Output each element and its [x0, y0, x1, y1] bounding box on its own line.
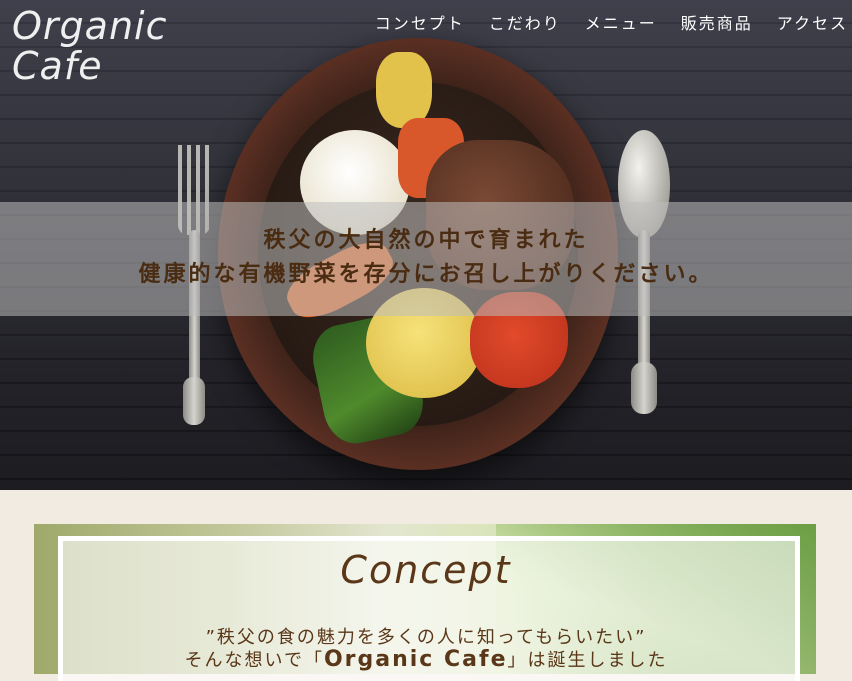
nav-item-menu[interactable]: メニュー — [585, 10, 657, 34]
nav-item-concept[interactable]: コンセプト — [375, 10, 465, 34]
hero-banner: 秩父の大自然の中で育まれた 健康的な有機野菜を存分にお召し上がりください。 — [0, 202, 852, 316]
concept-text-line-2: そんな想いで「Organic Cafe」は誕生しました — [0, 646, 852, 672]
hero-section: Organic Cafe コンセプト こだわり メニュー 販売商品 アクセス 秩… — [0, 0, 852, 490]
concept-title: Concept — [340, 548, 512, 592]
concept-cafe-name: Organic Cafe — [323, 647, 508, 672]
main-nav: コンセプト こだわり メニュー 販売商品 アクセス — [375, 10, 848, 34]
nav-item-products[interactable]: 販売商品 — [681, 10, 753, 34]
logo-line-1: Organic — [12, 4, 168, 48]
hero-tagline: 秩父の大自然の中で育まれた 健康的な有機野菜を存分にお召し上がりください。 — [0, 224, 852, 292]
logo-line-2: Cafe — [12, 44, 103, 88]
squash-image — [376, 52, 432, 128]
nav-item-commitment[interactable]: こだわり — [489, 10, 561, 34]
hero-tagline-line-2: 健康的な有機野菜を存分にお召し上がりください。 — [138, 262, 714, 287]
hero-tagline-line-1: 秩父の大自然の中で育まれた — [263, 228, 589, 253]
site-logo[interactable]: Organic Cafe — [12, 6, 167, 86]
nav-item-access[interactable]: アクセス — [777, 10, 848, 34]
